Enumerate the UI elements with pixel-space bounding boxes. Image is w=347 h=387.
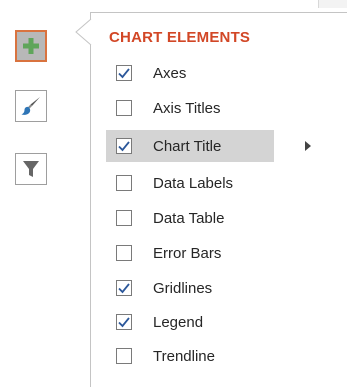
submenu-arrow-icon[interactable] <box>305 141 311 151</box>
filter-icon <box>23 161 39 177</box>
legend-checkbox[interactable] <box>116 314 132 330</box>
item-label: Axis Titles <box>153 99 221 117</box>
panel-title: CHART ELEMENTS <box>109 29 251 46</box>
chart-elements-screen: CHART ELEMENTS Axes Axis Titles Chart Ti… <box>0 0 347 387</box>
chart-title-checkbox[interactable] <box>116 138 132 154</box>
checkmark-icon <box>118 283 130 294</box>
paintbrush-icon <box>21 97 40 115</box>
item-label: Data Table <box>153 209 225 227</box>
chart-element-chart-title[interactable]: Chart Title <box>106 130 274 162</box>
chart-elements-panel: CHART ELEMENTS Axes Axis Titles Chart Ti… <box>90 12 347 387</box>
gridlines-checkbox[interactable] <box>116 280 132 296</box>
trendline-checkbox[interactable] <box>116 348 132 364</box>
checkmark-icon <box>118 68 130 79</box>
chart-area-edge <box>318 0 347 8</box>
chart-element-legend[interactable]: Legend <box>106 306 276 338</box>
checkmark-icon <box>118 141 130 152</box>
chart-elements-button[interactable] <box>15 30 47 62</box>
item-label: Axes <box>153 64 187 82</box>
chart-element-axis-titles[interactable]: Axis Titles <box>106 92 276 124</box>
item-label: Gridlines <box>153 279 213 297</box>
chart-filters-button[interactable] <box>15 153 47 185</box>
chart-element-trendline[interactable]: Trendline <box>106 340 276 372</box>
chart-styles-button[interactable] <box>15 90 47 122</box>
data-labels-checkbox[interactable] <box>116 175 132 191</box>
chart-element-data-labels[interactable]: Data Labels <box>106 167 276 199</box>
item-label: Legend <box>153 313 204 331</box>
error-bars-checkbox[interactable] <box>116 245 132 261</box>
chart-element-data-table[interactable]: Data Table <box>106 202 276 234</box>
item-label: Chart Title <box>153 137 222 155</box>
chart-element-error-bars[interactable]: Error Bars <box>106 237 276 269</box>
item-label: Trendline <box>153 347 215 365</box>
axes-checkbox[interactable] <box>116 65 132 81</box>
axis-titles-checkbox[interactable] <box>116 100 132 116</box>
plus-icon <box>23 38 39 54</box>
checkmark-icon <box>118 317 130 328</box>
chart-element-axes[interactable]: Axes <box>106 57 276 89</box>
data-table-checkbox[interactable] <box>116 210 132 226</box>
chart-element-gridlines[interactable]: Gridlines <box>106 272 276 304</box>
item-label: Error Bars <box>153 244 222 262</box>
item-label: Data Labels <box>153 174 234 192</box>
